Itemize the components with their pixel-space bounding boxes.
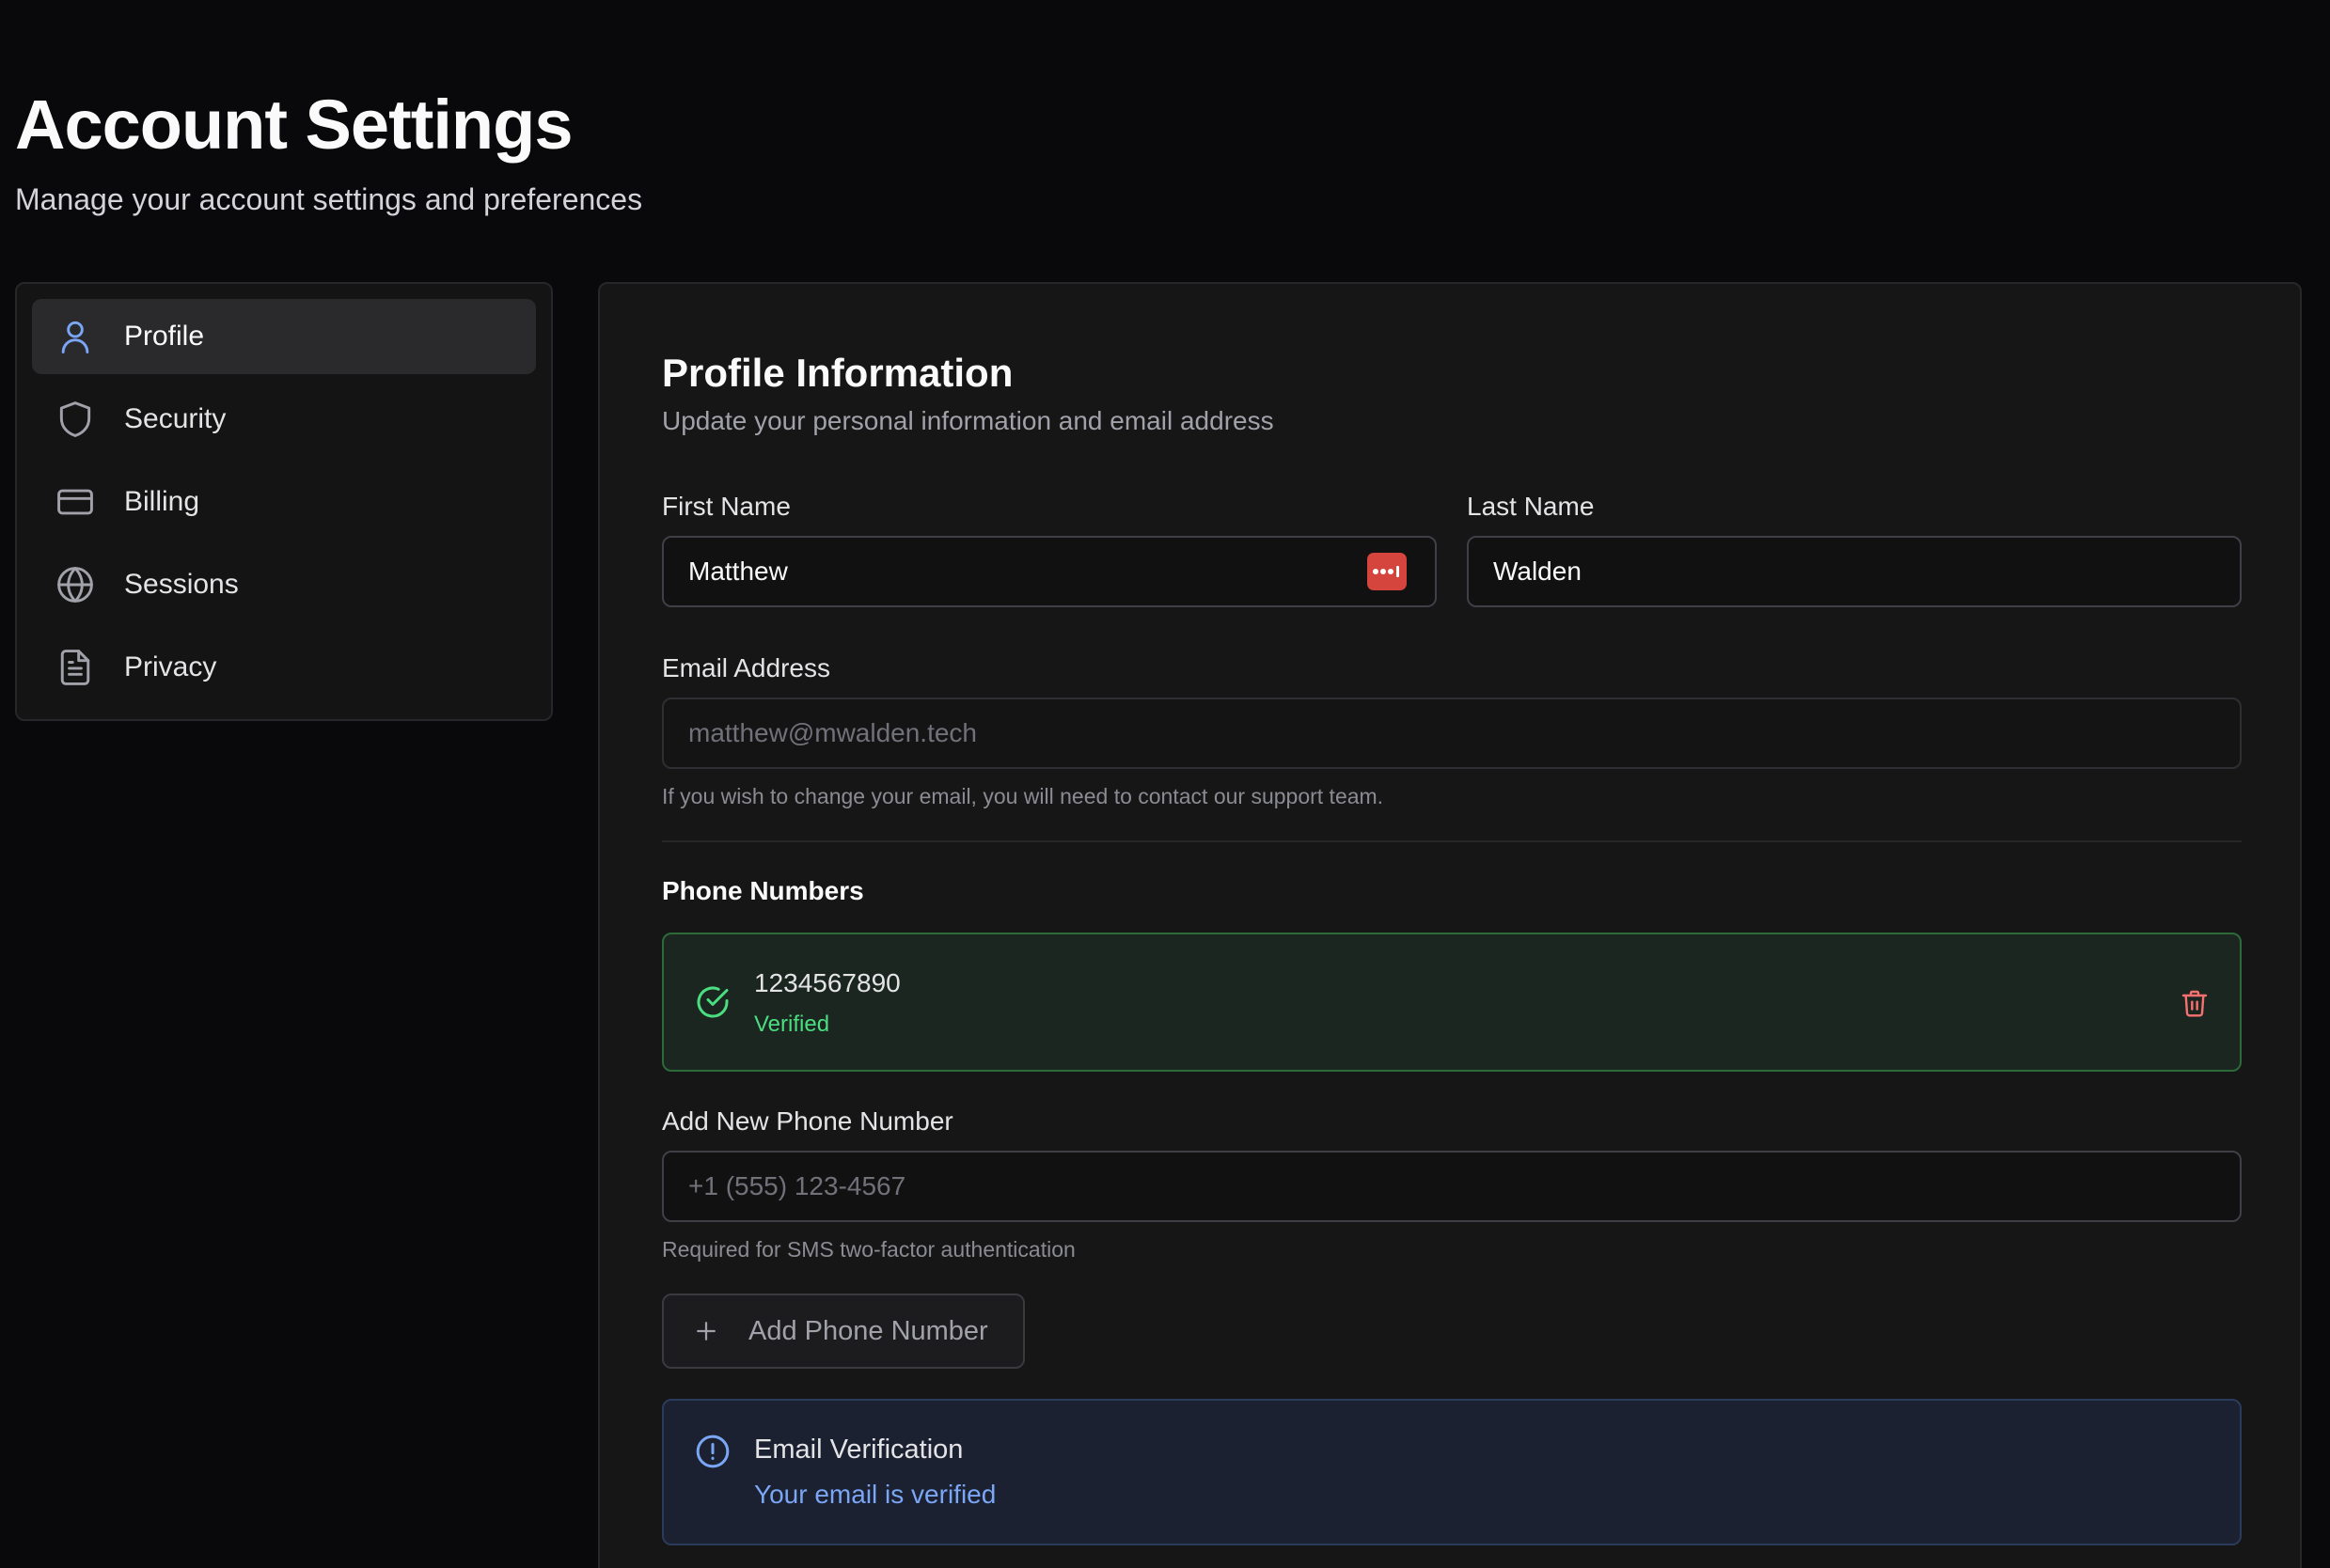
password-manager-icon[interactable] bbox=[1367, 553, 1407, 590]
sidebar-item-label: Sessions bbox=[124, 569, 239, 600]
sidebar-item-profile[interactable]: Profile bbox=[32, 299, 536, 374]
phone-number: 1234567890 bbox=[754, 968, 901, 997]
card-description: Update your personal information and ema… bbox=[662, 406, 1274, 435]
page-subtitle: Manage your account settings and prefere… bbox=[15, 182, 643, 216]
add-phone-button-label: Add Phone Number bbox=[748, 1315, 988, 1346]
sidebar-item-label: Security bbox=[124, 403, 227, 434]
first-name-label: First Name bbox=[662, 492, 791, 521]
phone-numbers-heading: Phone Numbers bbox=[662, 876, 864, 905]
card-title: Profile Information bbox=[662, 351, 1014, 395]
globe-icon bbox=[55, 564, 96, 605]
alert-title: Email Verification bbox=[754, 1435, 964, 1465]
sidebar-item-security[interactable]: Security bbox=[32, 382, 536, 457]
sidebar-item-label: Profile bbox=[124, 321, 205, 352]
section-divider bbox=[662, 840, 2242, 842]
sidebar-item-label: Privacy bbox=[124, 651, 217, 682]
phone-hint: Required for SMS two-factor authenticati… bbox=[662, 1237, 1076, 1262]
shield-icon bbox=[55, 399, 96, 440]
last-name-input[interactable] bbox=[1467, 536, 2242, 607]
phone-status: Verified bbox=[754, 1011, 830, 1037]
last-name-label: Last Name bbox=[1467, 492, 1595, 521]
settings-sidebar: Profile Security Billing Sessions Privac… bbox=[15, 282, 553, 721]
email-input[interactable] bbox=[662, 698, 2242, 769]
check-circle-icon bbox=[694, 983, 732, 1021]
sidebar-item-privacy[interactable]: Privacy bbox=[32, 630, 536, 705]
phone-item: 1234567890 Verified bbox=[662, 933, 2242, 1072]
credit-card-icon bbox=[55, 481, 96, 523]
sidebar-item-billing[interactable]: Billing bbox=[32, 464, 536, 540]
profile-card: Profile Information Update your personal… bbox=[598, 282, 2302, 1568]
sidebar-item-label: Billing bbox=[124, 486, 200, 517]
sidebar-item-sessions[interactable]: Sessions bbox=[32, 547, 536, 622]
email-hint: If you wish to change your email, you wi… bbox=[662, 784, 1384, 808]
first-name-input[interactable] bbox=[662, 536, 1437, 607]
info-circle-icon bbox=[694, 1433, 732, 1470]
document-icon bbox=[55, 647, 96, 688]
page-title: Account Settings bbox=[15, 86, 573, 164]
account-settings-page: Account Settings Manage your account set… bbox=[0, 0, 2330, 1568]
trash-icon[interactable] bbox=[2180, 987, 2210, 1019]
add-phone-button[interactable]: Add Phone Number bbox=[662, 1294, 1025, 1369]
email-verification-alert: Email Verification Your email is verifie… bbox=[662, 1399, 2242, 1545]
user-icon bbox=[55, 316, 96, 357]
phone-input[interactable] bbox=[662, 1151, 2242, 1222]
plus-icon bbox=[692, 1317, 720, 1345]
first-name-wrapper bbox=[662, 536, 1437, 607]
alert-message: Your email is verified bbox=[754, 1480, 997, 1509]
email-label: Email Address bbox=[662, 653, 830, 682]
add-phone-label: Add New Phone Number bbox=[662, 1106, 953, 1136]
